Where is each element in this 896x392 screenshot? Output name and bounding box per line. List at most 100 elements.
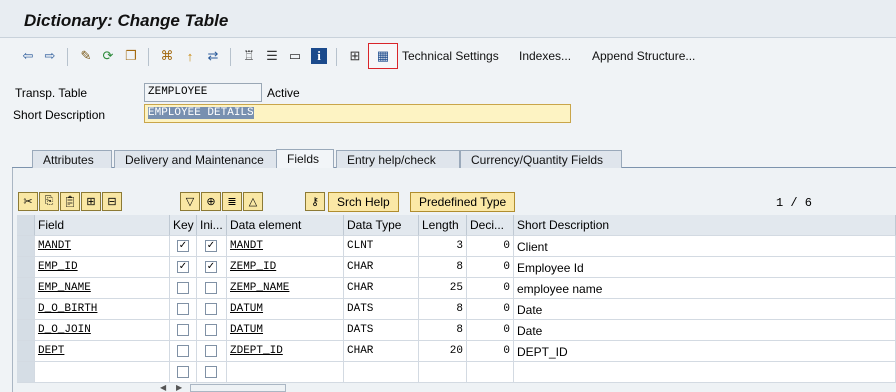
cell-key[interactable] [170, 341, 197, 362]
select-all-handle[interactable] [17, 215, 35, 236]
cell-short-description[interactable]: Client [514, 236, 896, 257]
cell-length[interactable]: 3 [419, 236, 467, 257]
cell-decimals[interactable]: 0 [467, 257, 514, 278]
insert-row-icon[interactable]: ⊞ [81, 192, 101, 211]
cell-field[interactable]: D_O_JOIN [35, 320, 170, 341]
edit-pen-icon[interactable]: ✎ [76, 46, 96, 66]
info-pin-icon[interactable]: ↑ [180, 46, 200, 66]
cell-data-element[interactable]: DATUM [227, 299, 344, 320]
srch-help-button[interactable]: Srch Help [328, 192, 399, 212]
delete-row-icon[interactable]: ⊟ [102, 192, 122, 211]
tab-currency-quantity[interactable]: Currency/Quantity Fields [460, 150, 622, 168]
cell-field[interactable]: MANDT [35, 236, 170, 257]
horizontal-scrollbar[interactable]: ◀ ▶ [160, 383, 290, 392]
cell-initial[interactable] [197, 320, 227, 341]
cell-data-element[interactable]: ZEMP_ID [227, 257, 344, 278]
cell-decimals[interactable]: 0 [467, 278, 514, 299]
col-initial[interactable]: Ini... [197, 215, 227, 236]
cell-data-element[interactable]: ZEMP_NAME [227, 278, 344, 299]
move-up-icon[interactable]: △ [243, 192, 263, 211]
copy-rows-icon[interactable]: ⎘ [39, 192, 59, 211]
cell-field[interactable] [35, 362, 170, 383]
cell-initial[interactable] [197, 341, 227, 362]
cell-decimals[interactable]: 0 [467, 341, 514, 362]
initial-checkbox[interactable]: ✓ [205, 261, 217, 273]
insert-field-icon[interactable]: ⊕ [201, 192, 221, 211]
cell-decimals[interactable]: 0 [467, 236, 514, 257]
cell-initial[interactable] [197, 362, 227, 383]
row-select-handle[interactable] [17, 341, 35, 362]
tab-attributes[interactable]: Attributes [32, 150, 112, 168]
info-icon[interactable]: i [311, 48, 327, 64]
key-checkbox[interactable] [177, 282, 189, 294]
cell-length[interactable]: 8 [419, 257, 467, 278]
cell-key[interactable] [170, 362, 197, 383]
key-checkbox[interactable] [177, 366, 189, 378]
cell-data-type[interactable] [344, 362, 419, 383]
cell-length[interactable]: 20 [419, 341, 467, 362]
key-icon[interactable]: ⚷ [305, 192, 325, 211]
indexes-button[interactable]: Indexes... [519, 49, 571, 63]
arrow-left-icon[interactable]: ⇦ [18, 46, 38, 66]
scroll-right-icon[interactable]: ▶ [176, 383, 182, 392]
key-checkbox[interactable] [177, 324, 189, 336]
tree-icon[interactable]: ♖ [239, 46, 259, 66]
key-checkbox[interactable]: ✓ [177, 261, 189, 273]
cell-data-element[interactable]: ZDEPT_ID [227, 341, 344, 362]
cell-length[interactable]: 25 [419, 278, 467, 299]
key-checkbox[interactable] [177, 345, 189, 357]
transp-table-field[interactable]: ZEMPLOYEE [144, 83, 262, 102]
table-structure-icon[interactable]: ⊞ [345, 46, 365, 66]
activate-icon[interactable]: ⟳ [98, 46, 118, 66]
row-select-handle[interactable] [17, 299, 35, 320]
cell-data-type[interactable]: CHAR [344, 257, 419, 278]
initial-checkbox[interactable]: ✓ [205, 240, 217, 252]
technical-settings-button[interactable]: Technical Settings [402, 49, 499, 63]
cell-decimals[interactable] [467, 362, 514, 383]
cell-length[interactable]: 8 [419, 299, 467, 320]
cell-field[interactable]: D_O_BIRTH [35, 299, 170, 320]
key-checkbox[interactable] [177, 303, 189, 315]
initial-checkbox[interactable] [205, 324, 217, 336]
initial-checkbox[interactable] [205, 366, 217, 378]
col-key[interactable]: Key [170, 215, 197, 236]
filter-icon[interactable]: ▽ [180, 192, 200, 211]
cell-key[interactable] [170, 278, 197, 299]
cell-decimals[interactable]: 0 [467, 320, 514, 341]
cell-short-description[interactable]: DEPT_ID [514, 341, 896, 362]
row-select-handle[interactable] [17, 278, 35, 299]
cell-short-description[interactable]: employee name [514, 278, 896, 299]
cell-key[interactable] [170, 299, 197, 320]
col-data-element[interactable]: Data element [227, 215, 344, 236]
detail-icon[interactable]: ≣ [222, 192, 242, 211]
cell-initial[interactable]: ✓ [197, 257, 227, 278]
cut-icon[interactable]: ✂ [18, 192, 38, 211]
row-select-handle[interactable] [17, 257, 35, 278]
short-description-field[interactable]: EMPLOYEE DETAILS [144, 104, 571, 123]
cell-field[interactable]: EMP_NAME [35, 278, 170, 299]
cell-data-type[interactable]: DATS [344, 299, 419, 320]
row-select-handle[interactable] [17, 320, 35, 341]
cell-data-element[interactable]: MANDT [227, 236, 344, 257]
cell-initial[interactable] [197, 278, 227, 299]
cell-initial[interactable]: ✓ [197, 236, 227, 257]
hierarchy-icon[interactable]: ⇄ [203, 46, 223, 66]
cell-initial[interactable] [197, 299, 227, 320]
cell-data-type[interactable]: CHAR [344, 278, 419, 299]
cell-field[interactable]: EMP_ID [35, 257, 170, 278]
append-structure-button[interactable]: Append Structure... [592, 49, 695, 63]
row-select-handle[interactable] [17, 236, 35, 257]
cell-short-description[interactable]: Employee Id [514, 257, 896, 278]
cell-data-type[interactable]: DATS [344, 320, 419, 341]
key-checkbox[interactable]: ✓ [177, 240, 189, 252]
tab-fields[interactable]: Fields [276, 149, 334, 168]
cell-short-description[interactable]: Date [514, 320, 896, 341]
cell-length[interactable] [419, 362, 467, 383]
initial-checkbox[interactable] [205, 282, 217, 294]
col-short-description[interactable]: Short Description [514, 215, 896, 236]
cell-data-type[interactable]: CLNT [344, 236, 419, 257]
tab-entry-help[interactable]: Entry help/check [336, 150, 460, 168]
where-used-icon[interactable]: ⌘ [157, 46, 177, 66]
col-data-type[interactable]: Data Type [344, 215, 419, 236]
cell-key[interactable]: ✓ [170, 257, 197, 278]
